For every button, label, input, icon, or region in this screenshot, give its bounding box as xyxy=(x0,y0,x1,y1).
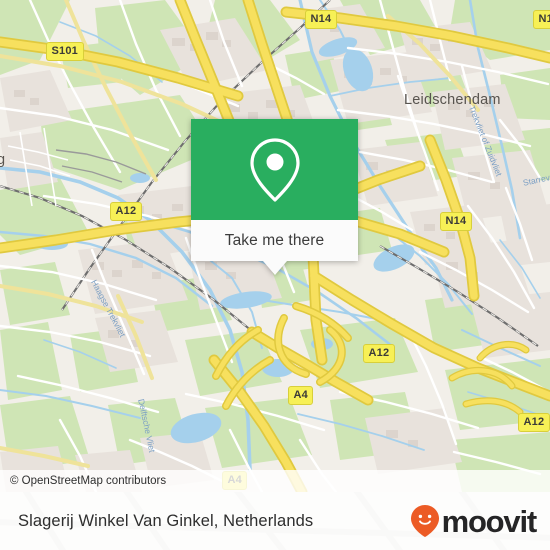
map-screenshot: Leidschendam g Trekvliet of Zuidvliet Ha… xyxy=(0,0,550,550)
shield-a12-center[interactable]: A12 xyxy=(363,344,395,363)
shield-n14-north[interactable]: N14 xyxy=(305,10,337,29)
footer-content: Slagerij Winkel Van Ginkel, Netherlands … xyxy=(0,492,550,550)
shield-a12-southeast[interactable]: A12 xyxy=(518,413,550,432)
footer-bar: Slagerij Winkel Van Ginkel, Netherlands … xyxy=(0,492,550,550)
place-name-label: Slagerij Winkel Van Ginkel, Netherlands xyxy=(18,511,314,530)
moovit-smiley-pin-icon xyxy=(410,505,439,537)
location-popup-card[interactable]: Take me there xyxy=(191,119,358,275)
shield-n14-northeast[interactable]: N14 xyxy=(533,10,550,29)
osm-attribution-bar: © OpenStreetMap contributors xyxy=(0,470,550,492)
popup-pointer-tail xyxy=(262,261,287,275)
osm-attribution-text[interactable]: © OpenStreetMap contributors xyxy=(10,475,166,487)
moovit-logo[interactable]: moovit xyxy=(410,503,538,539)
shield-s101[interactable]: S101 xyxy=(46,42,84,61)
shield-a4-center[interactable]: A4 xyxy=(288,386,314,405)
popup-header xyxy=(191,119,358,220)
shield-a12-west[interactable]: A12 xyxy=(110,202,142,221)
take-me-there-label: Take me there xyxy=(224,231,325,249)
map-pin-icon xyxy=(249,137,300,202)
popup-action-row[interactable]: Take me there xyxy=(191,220,358,275)
moovit-wordmark: moovit xyxy=(441,503,538,539)
shield-n14-east[interactable]: N14 xyxy=(440,212,472,231)
